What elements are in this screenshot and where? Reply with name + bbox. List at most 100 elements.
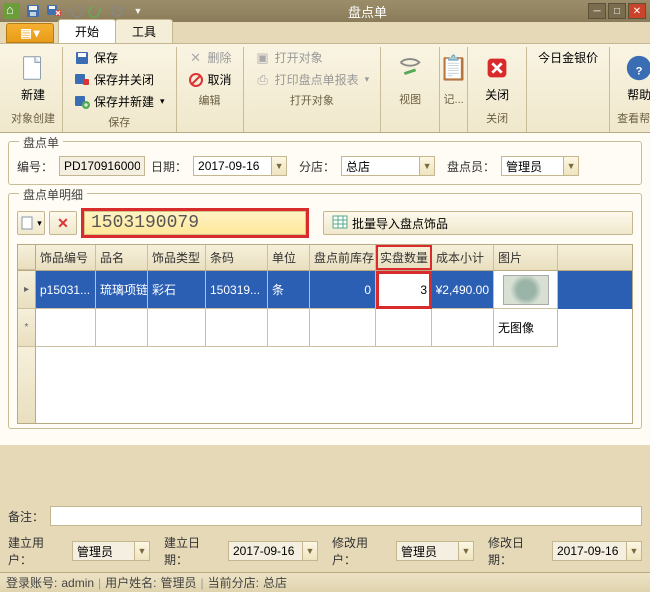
chevron-down-icon[interactable]: ▼ bbox=[302, 541, 318, 561]
status-branch-label: 当前分店: bbox=[208, 574, 259, 591]
remark-label: 备注： bbox=[8, 508, 44, 525]
ribbon-group-close: 关闭 关闭 bbox=[468, 47, 527, 132]
col-barcode[interactable]: 条码 bbox=[206, 245, 268, 270]
group-label: 打开对象 bbox=[290, 90, 334, 110]
col-img[interactable]: 图片 bbox=[494, 245, 558, 270]
barcode-input[interactable] bbox=[84, 211, 306, 235]
chevron-down-icon: ▾ bbox=[34, 26, 40, 40]
create-date-picker[interactable]: ▼ bbox=[228, 541, 318, 561]
cell-barcode[interactable]: 150319... bbox=[206, 271, 268, 309]
group-label: 保存 bbox=[108, 112, 130, 132]
delete-button[interactable]: ✕删除 bbox=[183, 47, 237, 68]
tab-start[interactable]: 开始 bbox=[58, 19, 116, 43]
cell-code[interactable]: p15031... bbox=[36, 271, 96, 309]
open-object-button[interactable]: ▣打开对象 bbox=[250, 47, 375, 68]
panel-title: 盘点单明细 bbox=[19, 186, 87, 203]
content-area: 盘点单 编号： 日期： ▼ 分店： ▼ 盘点员： ▼ 盘点单明细 ▾ ✕ 批量导… bbox=[0, 133, 650, 445]
col-before[interactable]: 盘点前库存 bbox=[310, 245, 376, 270]
chevron-down-icon[interactable]: ▼ bbox=[134, 541, 150, 561]
remark-input[interactable] bbox=[50, 506, 642, 526]
cancel-icon bbox=[188, 72, 204, 88]
app-icon[interactable] bbox=[4, 3, 20, 19]
col-code[interactable]: 饰品编号 bbox=[36, 245, 96, 270]
detail-grid[interactable]: 饰品编号 品名 饰品类型 条码 单位 盘点前库存 实盘数量 成本小计 图片 ▸ … bbox=[17, 244, 633, 424]
close-button[interactable]: ✕ bbox=[628, 3, 646, 19]
bulk-import-label: 批量导入盘点饰品 bbox=[352, 215, 448, 232]
status-user-label: 用户姓名: bbox=[105, 574, 156, 591]
modify-user-select[interactable]: ▼ bbox=[396, 541, 474, 561]
col-cost[interactable]: 成本小计 bbox=[432, 245, 494, 270]
view-button[interactable] bbox=[387, 47, 433, 89]
barcode-highlight bbox=[81, 208, 309, 238]
cell-img[interactable] bbox=[494, 271, 558, 309]
branch-input[interactable] bbox=[341, 156, 419, 176]
cell-actual[interactable]: 3 bbox=[376, 271, 432, 309]
ribbon-group-help: ?帮助 查看帮助 bbox=[610, 47, 650, 132]
qat-save-close-icon[interactable] bbox=[45, 3, 63, 19]
chevron-down-icon[interactable]: ▼ bbox=[563, 156, 579, 176]
group-label: 记... bbox=[444, 89, 464, 109]
col-type[interactable]: 饰品类型 bbox=[148, 245, 206, 270]
detail-panel: 盘点单明细 ▾ ✕ 批量导入盘点饰品 饰品编号 品名 饰品类型 条码 单位 盘点… bbox=[8, 193, 642, 429]
chevron-down-icon[interactable]: ▼ bbox=[271, 156, 287, 176]
row-indicator-header bbox=[18, 245, 36, 270]
log-icon: 📋 bbox=[444, 52, 464, 84]
new-button[interactable]: 新建 bbox=[10, 47, 56, 108]
ribbon-group-open: ▣打开对象 ⎙打印盘点单报表▾ 打开对象 bbox=[244, 47, 382, 132]
view-icon bbox=[394, 52, 426, 84]
clerk-label: 盘点员： bbox=[447, 158, 495, 175]
ribbon-group-save: 保存 保存并关闭 保存并新建▾ 保存 bbox=[63, 47, 177, 132]
code-field bbox=[59, 156, 145, 176]
chevron-down-icon[interactable]: ▼ bbox=[419, 156, 435, 176]
help-button[interactable]: ?帮助 bbox=[616, 47, 650, 108]
chevron-down-icon[interactable]: ▼ bbox=[458, 541, 474, 561]
qat-dropdown-icon[interactable]: ▼ bbox=[129, 3, 147, 19]
log-button[interactable]: 📋 bbox=[441, 47, 467, 89]
qat-undo-icon[interactable] bbox=[66, 3, 84, 19]
today-price-button[interactable]: 今日金银价 bbox=[533, 47, 603, 68]
create-user-select[interactable]: ▼ bbox=[72, 541, 150, 561]
col-unit[interactable]: 单位 bbox=[268, 245, 310, 270]
close-doc-button[interactable]: 关闭 bbox=[474, 47, 520, 108]
add-row-button[interactable]: ▾ bbox=[17, 211, 45, 235]
grid-icon bbox=[332, 214, 348, 233]
maximize-button[interactable]: □ bbox=[608, 3, 626, 19]
header-panel: 盘点单 编号： 日期： ▼ 分店： ▼ 盘点员： ▼ bbox=[8, 141, 642, 185]
cell-before[interactable]: 0 bbox=[310, 271, 376, 309]
qat-save-icon[interactable] bbox=[24, 3, 42, 19]
print-report-button[interactable]: ⎙打印盘点单报表▾ bbox=[250, 69, 375, 90]
clerk-select[interactable]: ▼ bbox=[501, 156, 579, 176]
save-button[interactable]: 保存 bbox=[69, 47, 170, 68]
grid-new-row[interactable]: * 无图像 bbox=[18, 309, 632, 347]
col-name[interactable]: 品名 bbox=[96, 245, 148, 270]
qat-refresh-icon[interactable] bbox=[108, 3, 126, 19]
cancel-button[interactable]: 取消 bbox=[183, 69, 237, 90]
date-picker[interactable]: ▼ bbox=[193, 156, 287, 176]
cell-cost[interactable]: ¥2,490.00 bbox=[432, 271, 494, 309]
tab-tools[interactable]: 工具 bbox=[115, 19, 173, 43]
bulk-import-button[interactable]: 批量导入盘点饰品 bbox=[323, 211, 633, 235]
chevron-down-icon[interactable]: ▼ bbox=[626, 541, 642, 561]
col-actual[interactable]: 实盘数量 bbox=[376, 245, 432, 270]
create-date-label: 建立日期： bbox=[164, 534, 222, 568]
cell-name[interactable]: 琉璃项链 bbox=[96, 271, 148, 309]
cell-type[interactable]: 彩石 bbox=[148, 271, 206, 309]
delete-row-button[interactable]: ✕ bbox=[49, 211, 77, 235]
qat-redo-icon[interactable] bbox=[87, 3, 105, 19]
save-close-button[interactable]: 保存并关闭 bbox=[69, 69, 170, 90]
grid-row[interactable]: ▸ p15031... 琉璃项链 彩石 150319... 条 0 3 ¥2,4… bbox=[18, 271, 632, 309]
cell-unit[interactable]: 条 bbox=[268, 271, 310, 309]
save-close-icon bbox=[74, 72, 90, 88]
clerk-input[interactable] bbox=[501, 156, 563, 176]
svg-text:?: ? bbox=[636, 66, 643, 78]
cell-noimg: 无图像 bbox=[494, 309, 558, 347]
modify-date-picker[interactable]: ▼ bbox=[552, 541, 642, 561]
row-indicator: ▸ bbox=[18, 271, 36, 309]
ribbon-group-view: 视图 bbox=[381, 47, 440, 132]
branch-select[interactable]: ▼ bbox=[341, 156, 435, 176]
minimize-button[interactable]: ─ bbox=[588, 3, 606, 19]
date-input[interactable] bbox=[193, 156, 271, 176]
view-menu-button[interactable]: ▤▾ bbox=[6, 23, 54, 43]
group-label: 视图 bbox=[399, 89, 421, 109]
save-new-button[interactable]: 保存并新建▾ bbox=[69, 91, 170, 112]
